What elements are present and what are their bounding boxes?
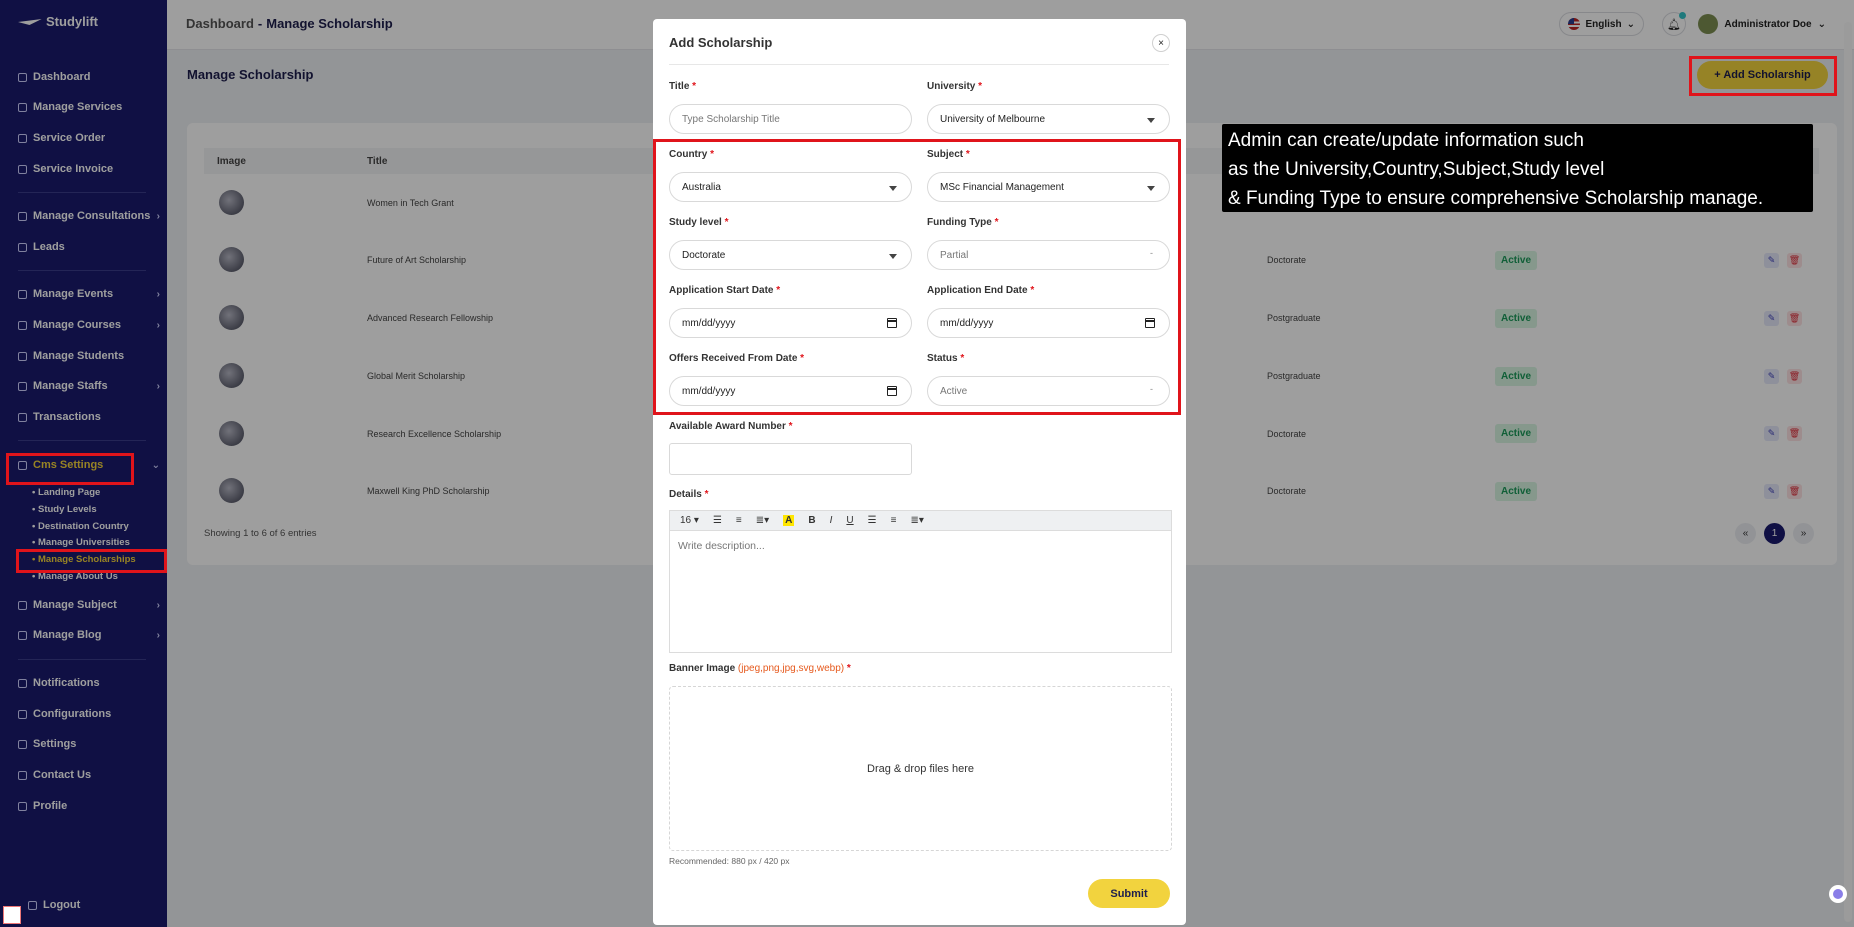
award-number-label: Available Award Number * bbox=[669, 421, 793, 432]
university-label: University * bbox=[927, 81, 983, 92]
editor-toolbar: 16 ▾ ☰ ≡ ≣▾ A B I U ☰ ≡ ≣▾ bbox=[669, 510, 1172, 530]
details-editor[interactable]: Write description... bbox=[669, 530, 1172, 653]
highlight-manage-scholarships bbox=[16, 549, 167, 573]
banner-image-label: Banner Image (jpeg,png,jpg,svg,webp) * bbox=[669, 663, 851, 674]
modal-title: Add Scholarship bbox=[669, 35, 773, 50]
close-icon[interactable]: × bbox=[1152, 34, 1170, 52]
numbered-list-icon[interactable]: ≡ bbox=[736, 515, 742, 526]
font-size-select[interactable]: 16 ▾ bbox=[680, 515, 699, 526]
scholarship-title-input[interactable]: Type Scholarship Title bbox=[669, 104, 912, 134]
bullet-list-icon[interactable]: ☰ bbox=[713, 515, 722, 526]
title-label: Title * bbox=[669, 81, 697, 92]
align-icon[interactable]: ≣▾ bbox=[756, 515, 769, 526]
banner-dropzone[interactable]: Drag & drop files here bbox=[669, 686, 1172, 851]
university-select[interactable]: University of Melbourne bbox=[927, 104, 1170, 134]
highlight-cms-settings bbox=[6, 453, 134, 485]
ordered-list-icon[interactable]: ≡ bbox=[891, 515, 897, 526]
page-scrollbar[interactable] bbox=[1844, 22, 1852, 922]
submit-button[interactable]: Submit bbox=[1088, 879, 1170, 908]
details-label: Details * bbox=[669, 489, 709, 500]
recommended-size: Recommended: 880 px / 420 px bbox=[669, 856, 790, 866]
annotation-tooltip: Admin can create/update information such… bbox=[1222, 124, 1813, 212]
unordered-list-icon[interactable]: ☰ bbox=[868, 515, 877, 526]
italic-icon[interactable]: I bbox=[830, 515, 833, 526]
modal-divider bbox=[669, 64, 1169, 65]
highlight-form-fields bbox=[653, 139, 1181, 415]
highlight-color-icon[interactable]: A bbox=[783, 515, 795, 526]
assistant-icon[interactable] bbox=[1829, 885, 1847, 903]
paragraph-icon[interactable]: ≣▾ bbox=[910, 515, 923, 526]
underline-icon[interactable]: U bbox=[846, 515, 853, 526]
laravel-icon bbox=[3, 906, 21, 924]
highlight-add-scholarship bbox=[1689, 56, 1837, 96]
bold-icon[interactable]: B bbox=[808, 515, 815, 526]
award-number-input[interactable] bbox=[669, 443, 912, 475]
